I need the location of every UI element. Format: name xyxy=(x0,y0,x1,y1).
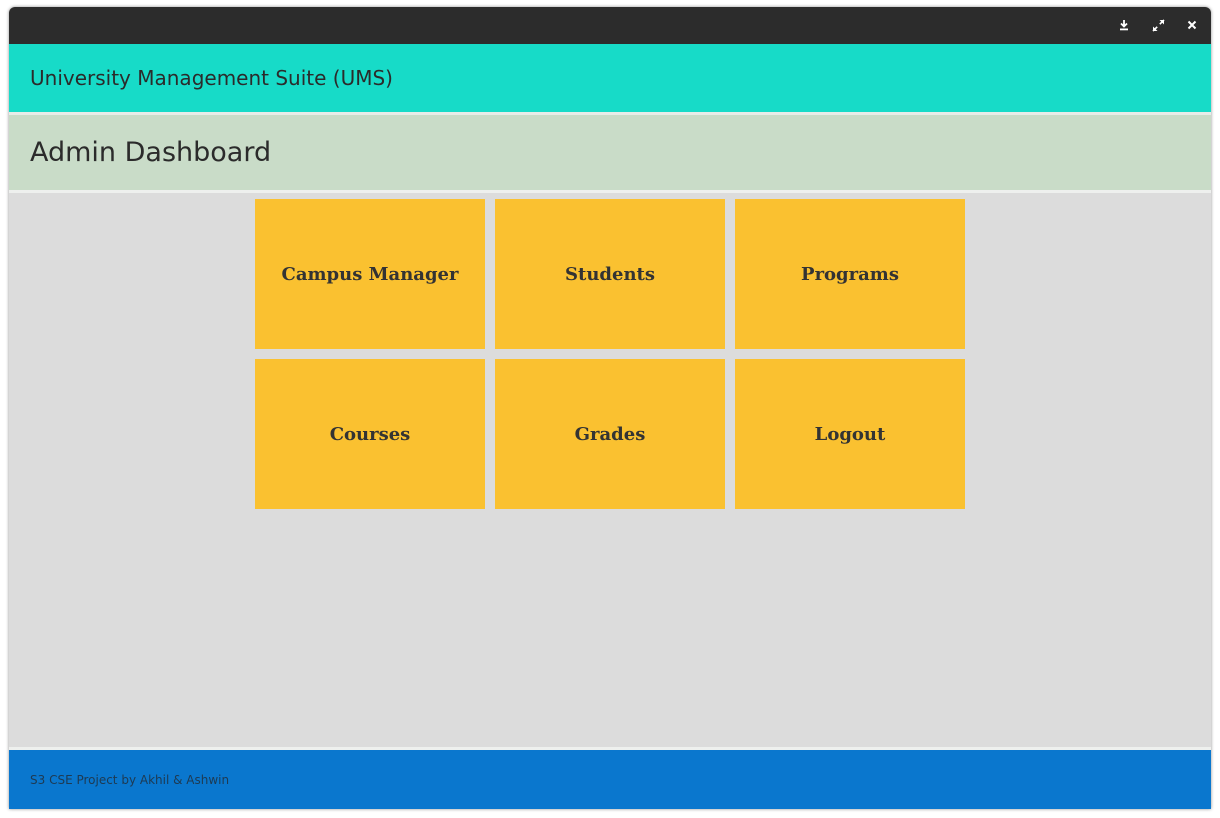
tile-label: Grades xyxy=(574,423,646,445)
page-header: Admin Dashboard xyxy=(9,115,1211,190)
footer: S3 CSE Project by Akhil & Ashwin xyxy=(9,750,1211,809)
tile-label: Courses xyxy=(329,423,411,445)
logout-button[interactable]: Logout xyxy=(735,359,965,509)
maximize-button[interactable] xyxy=(1148,15,1168,35)
minimize-button[interactable] xyxy=(1114,15,1134,35)
tile-label: Campus Manager xyxy=(281,263,459,285)
dashboard-tiles: Campus Manager Students Programs Courses… xyxy=(255,199,965,509)
tile-label: Programs xyxy=(801,263,899,285)
students-button[interactable]: Students xyxy=(495,199,725,349)
close-button[interactable] xyxy=(1182,15,1202,35)
dashboard-content: Campus Manager Students Programs Courses… xyxy=(9,193,1211,747)
footer-credits: S3 CSE Project by Akhil & Ashwin xyxy=(30,772,230,787)
close-icon xyxy=(1187,20,1197,30)
app-title: University Management Suite (UMS) xyxy=(30,66,393,90)
app-window: University Management Suite (UMS) Admin … xyxy=(9,7,1211,809)
expand-icon xyxy=(1151,18,1165,32)
programs-button[interactable]: Programs xyxy=(735,199,965,349)
grades-button[interactable]: Grades xyxy=(495,359,725,509)
page-title: Admin Dashboard xyxy=(30,137,272,168)
download-icon xyxy=(1120,20,1128,31)
tile-label: Logout xyxy=(814,423,886,445)
tile-label: Students xyxy=(565,263,655,285)
courses-button[interactable]: Courses xyxy=(255,359,485,509)
app-header: University Management Suite (UMS) xyxy=(9,44,1211,112)
campus-manager-button[interactable]: Campus Manager xyxy=(255,199,485,349)
window-titlebar[interactable] xyxy=(9,7,1211,44)
